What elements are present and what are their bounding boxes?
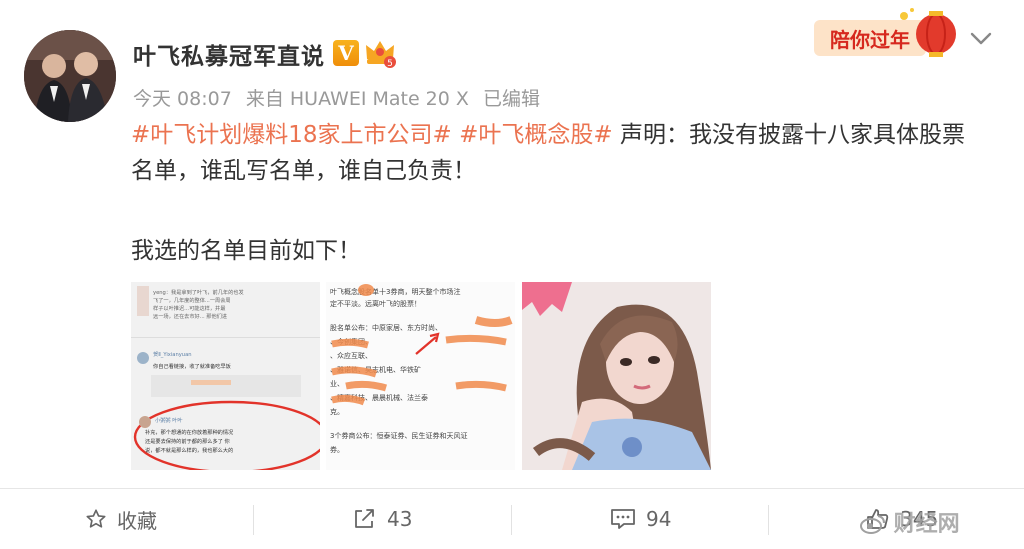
topic-link-1[interactable]: #叶飞计划爆料18家上市公司# <box>131 122 452 148</box>
image-thumbnail-1[interactable]: yeng：我是拿到了叶飞，前几年的也发 飞了一，几年度的整体...一周会周 样子… <box>131 282 320 470</box>
svg-text:还是要去保持的前于都的那么多了 你: 还是要去保持的前于都的那么多了 你 <box>145 437 230 445</box>
svg-text:克。: 克。 <box>330 408 344 416</box>
separator <box>253 505 254 535</box>
banner-text: 陪你过年 <box>830 28 910 52</box>
svg-text:5: 5 <box>387 59 393 69</box>
chevron-down-icon[interactable] <box>968 28 994 48</box>
author-name[interactable]: 叶飞私募冠军直说 <box>133 37 325 71</box>
svg-text:yeng：我是拿到了叶飞，前几年的也发: yeng：我是拿到了叶飞，前几年的也发 <box>153 288 244 296</box>
portrait-photo <box>522 282 711 470</box>
star-icon <box>86 509 106 528</box>
svg-text:券。: 券。 <box>330 445 344 454</box>
repost-count: 43 <box>387 507 413 531</box>
comment-icon <box>611 509 635 529</box>
post-text-line3: 我选的名单目前如下！ <box>131 238 361 264</box>
svg-text:定不平淡。远离叶飞的股票！: 定不平淡。远离叶飞的股票！ <box>330 299 421 308</box>
comment-count: 94 <box>646 507 672 531</box>
svg-text:贺Ⅱ_Yixianyuan: 贺Ⅱ_Yixianyuan <box>153 350 192 358</box>
vip-crown-icon: 5 <box>366 41 396 69</box>
image-thumbnail-3[interactable] <box>522 282 711 470</box>
new-year-banner: 陪你过年 <box>814 8 956 57</box>
comment-button[interactable]: 94 <box>610 489 671 549</box>
weibo-logo-icon <box>860 515 885 534</box>
watermark-text: 财经网 <box>893 512 960 537</box>
chat-screenshot-image: yeng：我是拿到了叶飞，前几年的也发 飞了一，几年度的整体...一周会周 样子… <box>131 282 320 470</box>
post-content: #叶飞计划爆料18家上市公司# #叶飞概念股# 声明：我没有披露十八家具体股票 … <box>131 117 991 269</box>
edited-label[interactable]: 已编辑 <box>483 88 540 110</box>
svg-text:说，都不就是那么样的，我也那么大的: 说，都不就是那么样的，我也那么大的 <box>145 446 233 454</box>
svg-text:3个券商公布：恒泰证券、民生证券和天风证: 3个券商公布：恒泰证券、民生证券和天风证 <box>330 431 467 440</box>
image-thumbnail-2[interactable]: 叶飞概念股名单十3券商，明天整个市场注 定不平淡。远离叶飞的股票！ 股名单公布：… <box>326 282 515 470</box>
svg-text:远一场，还在去市好... 那他们进: 远一场，还在去市好... 那他们进 <box>153 312 227 320</box>
favorite-button[interactable]: 收藏 <box>85 489 157 549</box>
post-text-line1: #叶飞计划爆料18家上市公司# #叶飞概念股# 声明：我没有披露十八家具体股票 <box>131 117 991 153</box>
svg-text:补充，那个想通的在你放着那种的情况: 补充，那个想通的在你放着那种的情况 <box>145 428 234 436</box>
repost-button[interactable]: 43 <box>353 489 412 549</box>
post-text-line2: 名单，谁乱写名单，谁自己负责！ <box>131 158 476 184</box>
svg-text:样子以叶推迟...可能这样，并最: 样子以叶推迟...可能这样，并最 <box>153 304 225 312</box>
post-source: 来自 HUAWEI Mate 20 X <box>245 88 469 110</box>
svg-text:叶飞概念股名单十3券商，明天整个市场注: 叶飞概念股名单十3券商，明天整个市场注 <box>330 287 460 296</box>
separator <box>768 505 769 535</box>
post-meta: 今天 08:07 来自 HUAWEI Mate 20 X 已编辑 <box>133 84 548 111</box>
statement-text: 声明：我没有披露十八家具体股票 <box>612 122 965 148</box>
svg-text:、众应互联、: 、众应互联、 <box>330 351 372 360</box>
svg-text:股名单公布：中原家居、东方时尚、: 股名单公布：中原家居、东方时尚、 <box>330 323 442 332</box>
svg-text:飞了一，几年度的整体...一周会周: 飞了一，几年度的整体...一周会周 <box>153 296 231 304</box>
svg-text:业、: 业、 <box>330 379 344 388</box>
svg-text:你自己看链接，收了就准备吃早饭: 你自己看链接，收了就准备吃早饭 <box>153 362 231 370</box>
svg-text:小粥粥 叶叶: 小粥粥 叶叶 <box>155 416 183 424</box>
stock-list-image: 叶飞概念股名单十3券商，明天整个市场注 定不平淡。远离叶飞的股票！ 股名单公布：… <box>326 282 515 470</box>
avatar-photo <box>24 30 116 122</box>
author-avatar[interactable] <box>24 30 116 122</box>
verified-v-badge: V <box>333 40 359 66</box>
repost-icon <box>355 509 374 528</box>
post-time[interactable]: 今天 08:07 <box>133 88 232 110</box>
topic-link-2[interactable]: #叶飞概念股# <box>459 122 613 148</box>
favorite-label: 收藏 <box>117 508 157 533</box>
source-watermark: 财经网 <box>860 506 960 538</box>
separator <box>511 505 512 535</box>
